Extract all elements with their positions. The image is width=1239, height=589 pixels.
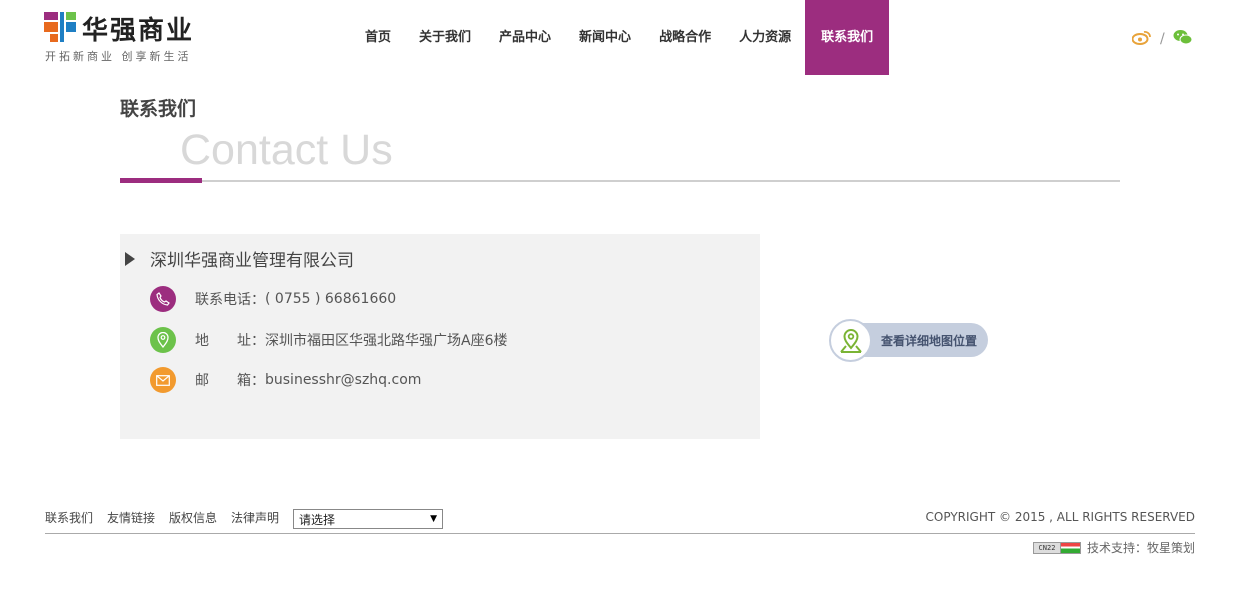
footer-link-friends[interactable]: 友情链接 (107, 509, 155, 526)
social-links: / (1132, 29, 1193, 49)
nav-item-products[interactable]: 产品中心 (485, 0, 565, 75)
page-title-english: Contact Us (180, 126, 393, 175)
map-pin-icon (829, 319, 872, 362)
footer-select-value: 请选择 (299, 511, 335, 528)
footer-links: 联系我们 友情链接 版权信息 法律声明 (45, 509, 293, 526)
contact-info-panel: 深圳华强商业管理有限公司 联系电话： ( 0755 ) 66861660 地 址… (120, 234, 760, 439)
address-value: 深圳市福田区华强北路华强广场A座6楼 (265, 330, 507, 350)
phone-value: ( 0755 ) 66861660 (265, 291, 396, 307)
title-divider (120, 180, 1120, 182)
mail-icon (150, 367, 176, 393)
footer-link-contact[interactable]: 联系我们 (45, 509, 93, 526)
site-badge[interactable]: CN22 (1033, 542, 1081, 554)
flag-icon (1061, 542, 1081, 554)
main-nav: 首页 关于我们 产品中心 新闻中心 战略合作 人力资源 联系我们 (351, 0, 889, 75)
phone-icon (150, 286, 176, 312)
footer-divider (45, 533, 1195, 534)
company-name: 深圳华强商业管理有限公司 (150, 246, 354, 271)
nav-item-contact[interactable]: 联系我们 (805, 0, 889, 75)
nav-item-hr[interactable]: 人力资源 (725, 0, 805, 75)
logo-slogan: 开拓新商业 创享新生活 (45, 48, 192, 64)
tech-support: CN22 技术支持：牧星策划 (1033, 539, 1195, 556)
triangle-right-icon (125, 252, 135, 266)
view-map-button[interactable]: 查看详细地图位置 (829, 319, 989, 361)
view-map-label: 查看详细地图位置 (881, 332, 977, 349)
tech-support-text[interactable]: 技术支持：牧星策划 (1087, 539, 1195, 556)
nav-item-partners[interactable]: 战略合作 (645, 0, 725, 75)
weibo-icon[interactable] (1132, 29, 1152, 49)
footer-link-legal[interactable]: 法律声明 (231, 509, 279, 526)
footer-link-copyright[interactable]: 版权信息 (169, 509, 217, 526)
wechat-icon[interactable] (1173, 29, 1193, 49)
nav-item-home[interactable]: 首页 (351, 0, 405, 75)
phone-row: 联系电话： ( 0755 ) 66861660 (150, 286, 396, 312)
logo-mark-icon (44, 12, 76, 42)
copyright-text: COPYRIGHT © 2015 , ALL RIGHTS RESERVED (926, 510, 1195, 524)
nav-item-news[interactable]: 新闻中心 (565, 0, 645, 75)
logo-title: 华强商业 (82, 10, 194, 47)
address-label: 地 址： (195, 330, 265, 350)
email-row: 邮 箱： businesshr@szhq.com (150, 367, 421, 393)
title-divider-accent (120, 178, 202, 183)
company-row: 深圳华强商业管理有限公司 (125, 246, 354, 271)
email-label: 邮 箱： (195, 370, 265, 390)
footer-select[interactable]: 请选择 ▼ (293, 509, 443, 529)
page-title: 联系我们 (120, 94, 196, 121)
email-value[interactable]: businesshr@szhq.com (265, 372, 421, 388)
nav-item-about[interactable]: 关于我们 (405, 0, 485, 75)
social-separator: / (1160, 31, 1165, 47)
site-badge-label: CN22 (1033, 542, 1061, 554)
logo[interactable]: 华强商业 开拓新商业 创享新生活 (44, 10, 214, 66)
address-row: 地 址： 深圳市福田区华强北路华强广场A座6楼 (150, 327, 507, 353)
dropdown-arrow-icon: ▼ (430, 514, 437, 524)
phone-label: 联系电话： (195, 289, 265, 309)
location-icon (150, 327, 176, 353)
